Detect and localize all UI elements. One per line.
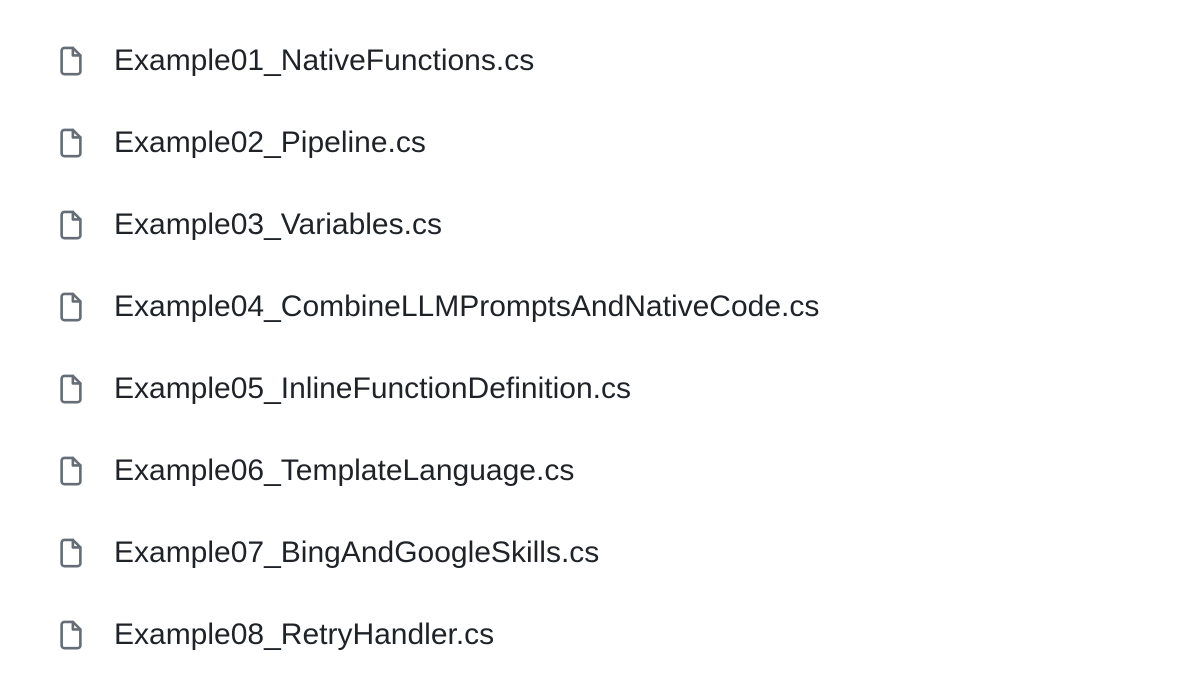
file-name-link[interactable]: Example08_RetryHandler.cs xyxy=(114,614,494,656)
file-name-link[interactable]: Example05_InlineFunctionDefinition.cs xyxy=(114,368,631,410)
file-icon xyxy=(56,289,86,325)
file-list: Example01_NativeFunctions.cs Example02_P… xyxy=(0,20,1200,676)
file-name-link[interactable]: Example07_BingAndGoogleSkills.cs xyxy=(114,532,599,574)
file-name-link[interactable]: Example02_Pipeline.cs xyxy=(114,122,426,164)
file-row[interactable]: Example03_Variables.cs xyxy=(0,184,1200,266)
file-row[interactable]: Example01_NativeFunctions.cs xyxy=(0,20,1200,102)
file-row[interactable]: Example05_InlineFunctionDefinition.cs xyxy=(0,348,1200,430)
file-icon xyxy=(56,535,86,571)
file-row[interactable]: Example08_RetryHandler.cs xyxy=(0,594,1200,676)
file-row[interactable]: Example07_BingAndGoogleSkills.cs xyxy=(0,512,1200,594)
file-name-link[interactable]: Example06_TemplateLanguage.cs xyxy=(114,450,574,492)
file-icon xyxy=(56,617,86,653)
file-icon xyxy=(56,43,86,79)
file-name-link[interactable]: Example01_NativeFunctions.cs xyxy=(114,40,534,82)
file-row[interactable]: Example02_Pipeline.cs xyxy=(0,102,1200,184)
file-name-link[interactable]: Example04_CombineLLMPromptsAndNativeCode… xyxy=(114,286,819,328)
file-icon xyxy=(56,453,86,489)
file-row[interactable]: Example06_TemplateLanguage.cs xyxy=(0,430,1200,512)
file-icon xyxy=(56,207,86,243)
file-name-link[interactable]: Example03_Variables.cs xyxy=(114,204,442,246)
file-row[interactable]: Example04_CombineLLMPromptsAndNativeCode… xyxy=(0,266,1200,348)
file-icon xyxy=(56,125,86,161)
file-icon xyxy=(56,371,86,407)
